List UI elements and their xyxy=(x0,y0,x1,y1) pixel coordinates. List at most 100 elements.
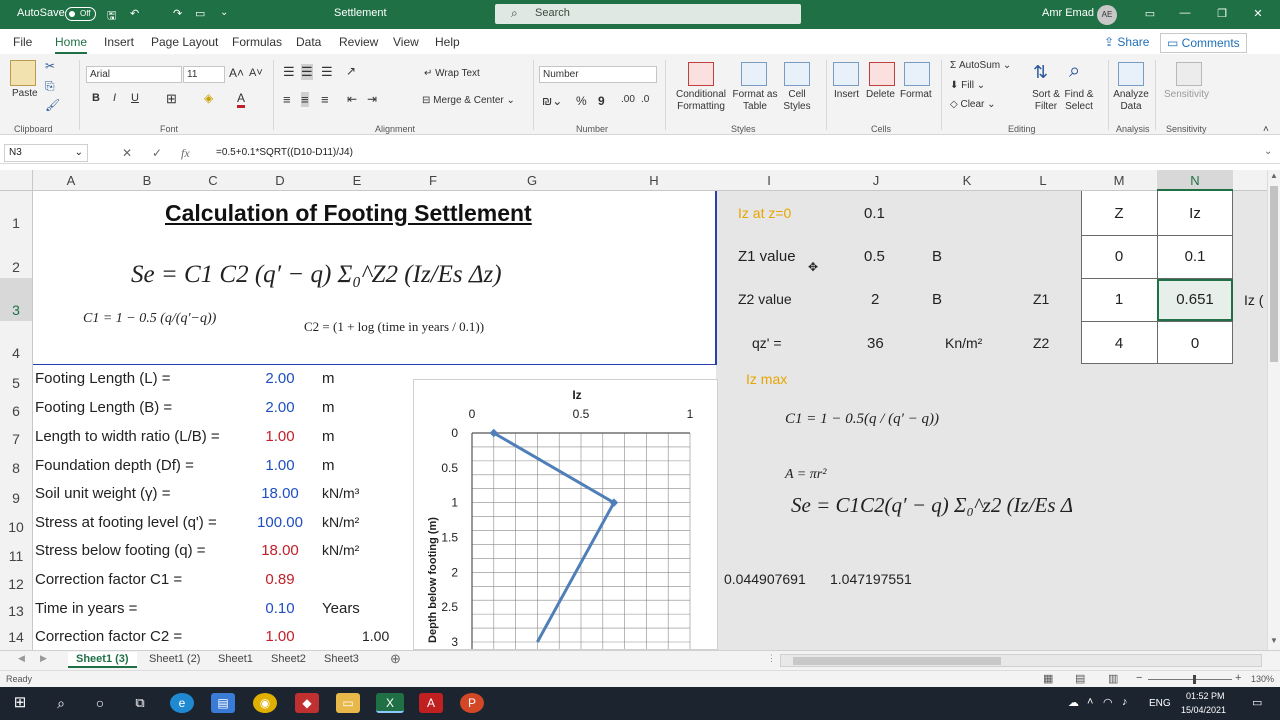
row-header[interactable]: 4 xyxy=(0,321,33,365)
column-header[interactable]: G xyxy=(471,170,593,191)
qz-label[interactable]: qz' = xyxy=(752,335,782,351)
z2-ref[interactable]: Z2 xyxy=(1033,335,1049,351)
table-cell[interactable]: 0 xyxy=(1081,248,1157,265)
qz-value[interactable]: 36 xyxy=(867,335,884,352)
paste-label[interactable]: Paste xyxy=(12,88,38,99)
label-foundation-depth[interactable]: Foundation depth (Df) = xyxy=(35,457,194,474)
label-c2[interactable]: Correction factor C2 = xyxy=(35,628,182,645)
iz-chart[interactable]: Iz Depth below footing (m) 0 0.5 1 0 0.5 1 1.5… xyxy=(413,379,718,650)
value-unit-weight[interactable]: 18.00 xyxy=(241,485,319,502)
value-e14[interactable]: 1.00 xyxy=(362,628,389,644)
taskbar-search-icon[interactable]: ⌕ xyxy=(49,693,73,713)
column-header[interactable]: K xyxy=(929,170,1005,191)
add-sheet-icon[interactable]: ⊕ xyxy=(390,651,401,667)
area-equation-object[interactable]: A = πr² xyxy=(785,467,826,483)
row-header[interactable]: 1 xyxy=(0,191,33,235)
label-lb-ratio[interactable]: Length to width ratio (L/B) = xyxy=(35,428,220,445)
label-unit-weight[interactable]: Soil unit weight (γ) = xyxy=(35,485,170,502)
shrink-font-icon[interactable]: A˅ xyxy=(249,67,263,79)
sheet-grid-right[interactable]: Iz at z=0 0.1 Z1 value 0.5 B Z2 value 2 … xyxy=(716,191,1267,650)
undo-icon[interactable]: ↶ xyxy=(130,7,139,20)
align-center-icon[interactable]: ≡ xyxy=(301,92,309,107)
cell-styles-icon[interactable] xyxy=(784,62,810,86)
user-name[interactable]: Amr Emad xyxy=(1042,7,1094,19)
scroll-down-icon[interactable]: ▼ xyxy=(1270,636,1278,645)
decrease-decimal-icon[interactable]: .0 xyxy=(641,94,649,105)
font-color-icon[interactable]: A xyxy=(237,91,246,108)
label-footing-length[interactable]: Footing Length (L) = xyxy=(35,370,171,387)
hscroll-menu-icon[interactable]: ⋮ xyxy=(767,653,776,664)
conditional-formatting-button[interactable]: Conditional Formatting xyxy=(673,89,729,113)
acrobat-icon[interactable]: A xyxy=(419,693,443,713)
table-header-iz[interactable]: Iz xyxy=(1157,205,1233,222)
minimize-icon[interactable]: — xyxy=(1170,7,1200,19)
label-stress-footing[interactable]: Stress at footing level (q') = xyxy=(35,514,217,531)
collapse-ribbon-icon[interactable]: ˄ xyxy=(1263,124,1269,135)
align-left-icon[interactable]: ≡ xyxy=(283,92,291,107)
zoom-slider[interactable] xyxy=(1148,679,1232,680)
increase-indent-icon[interactable]: ⇥ xyxy=(367,92,377,106)
vertical-scrollbar[interactable]: ▲ ▼ xyxy=(1267,170,1280,650)
chevron-up-icon[interactable]: ˄ xyxy=(1087,696,1093,708)
clear-button[interactable]: ◇ Clear ⌄ xyxy=(950,99,996,110)
close-icon[interactable]: ✕ xyxy=(1243,7,1273,20)
column-header[interactable]: J xyxy=(823,170,929,191)
row-header[interactable]: 8 xyxy=(0,451,33,479)
ribbon-display-icon[interactable]: ▭ xyxy=(1135,7,1165,20)
row-header[interactable]: 14 xyxy=(0,622,33,650)
autosave-toggle[interactable]: Off xyxy=(65,7,96,21)
unit-width[interactable]: m xyxy=(322,399,335,416)
cortana-icon[interactable]: ○ xyxy=(88,693,112,713)
chrome-icon[interactable]: ◉ xyxy=(253,693,277,713)
label-footing-width[interactable]: Footing Length (B) = xyxy=(35,399,172,416)
notifications-icon[interactable]: ▭ xyxy=(1252,696,1262,709)
unit-depth[interactable]: m xyxy=(322,457,335,474)
z2-unit[interactable]: B xyxy=(932,291,942,308)
align-bottom-icon[interactable]: ☰ xyxy=(321,64,333,80)
sensitivity-button[interactable]: Sensitivity xyxy=(1164,89,1209,100)
label-stress-below[interactable]: Stress below footing (q) = xyxy=(35,542,206,559)
value-c1[interactable]: 0.89 xyxy=(241,571,319,588)
clock-date[interactable]: 15/04/2021 xyxy=(1181,705,1226,715)
share-button[interactable]: ⇪ Share xyxy=(1098,33,1155,51)
tab-file[interactable]: File xyxy=(13,35,32,49)
page-layout-view-icon[interactable]: ▤ xyxy=(1075,672,1085,685)
horizontal-scrollbar[interactable] xyxy=(780,654,1262,667)
tab-view[interactable]: View xyxy=(393,35,419,49)
zoom-in-icon[interactable]: + xyxy=(1235,672,1241,684)
settlement-equation-object[interactable]: Se = C1C2(q′ − q) Σ₀^z2 (Iz/Es Δ xyxy=(791,493,1073,518)
file-explorer-icon[interactable]: ▭ xyxy=(336,693,360,713)
z1-ref[interactable]: Z1 xyxy=(1033,291,1049,307)
row-header[interactable]: 2 xyxy=(0,235,33,278)
table-header-z[interactable]: Z xyxy=(1081,205,1157,222)
number-format-combo[interactable]: Number xyxy=(539,66,657,83)
select-all-corner[interactable] xyxy=(0,170,33,191)
z2-value[interactable]: 2 xyxy=(871,291,879,308)
z1-unit[interactable]: B xyxy=(932,248,942,265)
sheet-tab[interactable]: Sheet1 (3) xyxy=(68,652,137,668)
expand-formula-icon[interactable]: ⌄ xyxy=(1264,146,1272,157)
enter-entry-icon[interactable]: ✓ xyxy=(152,146,162,160)
column-header[interactable] xyxy=(1233,170,1267,191)
redo-icon[interactable]: ↷ xyxy=(173,7,182,20)
tab-review[interactable]: Review xyxy=(339,35,378,49)
value-width[interactable]: 2.00 xyxy=(241,399,319,416)
value-stress-below[interactable]: 18.00 xyxy=(241,542,319,559)
onedrive-icon[interactable]: ☁ xyxy=(1068,696,1079,709)
hscroll-thumb[interactable] xyxy=(793,657,1001,665)
delete-cells-icon[interactable] xyxy=(869,62,895,86)
zoom-out-icon[interactable]: − xyxy=(1136,672,1142,684)
column-header[interactable]: C xyxy=(185,170,241,191)
format-as-table-button[interactable]: Format as Table xyxy=(732,89,778,113)
orientation-icon[interactable]: ↗ xyxy=(346,64,356,78)
z1-value[interactable]: 0.5 xyxy=(864,248,885,265)
qz-unit[interactable]: Kn/m² xyxy=(945,335,982,351)
value-stress-footing[interactable]: 100.00 xyxy=(241,514,319,531)
workbook-title[interactable]: Settlement xyxy=(334,7,387,19)
table-cell[interactable]: 0 xyxy=(1157,335,1233,352)
sheet-tab[interactable]: Sheet3 xyxy=(316,652,367,666)
tab-help[interactable]: Help xyxy=(435,35,460,49)
language-indicator[interactable]: ENG xyxy=(1149,698,1171,709)
table-cell-selected[interactable]: 0.651 xyxy=(1157,291,1233,308)
fill-button[interactable]: ⬇ Fill ⌄ xyxy=(950,80,985,91)
